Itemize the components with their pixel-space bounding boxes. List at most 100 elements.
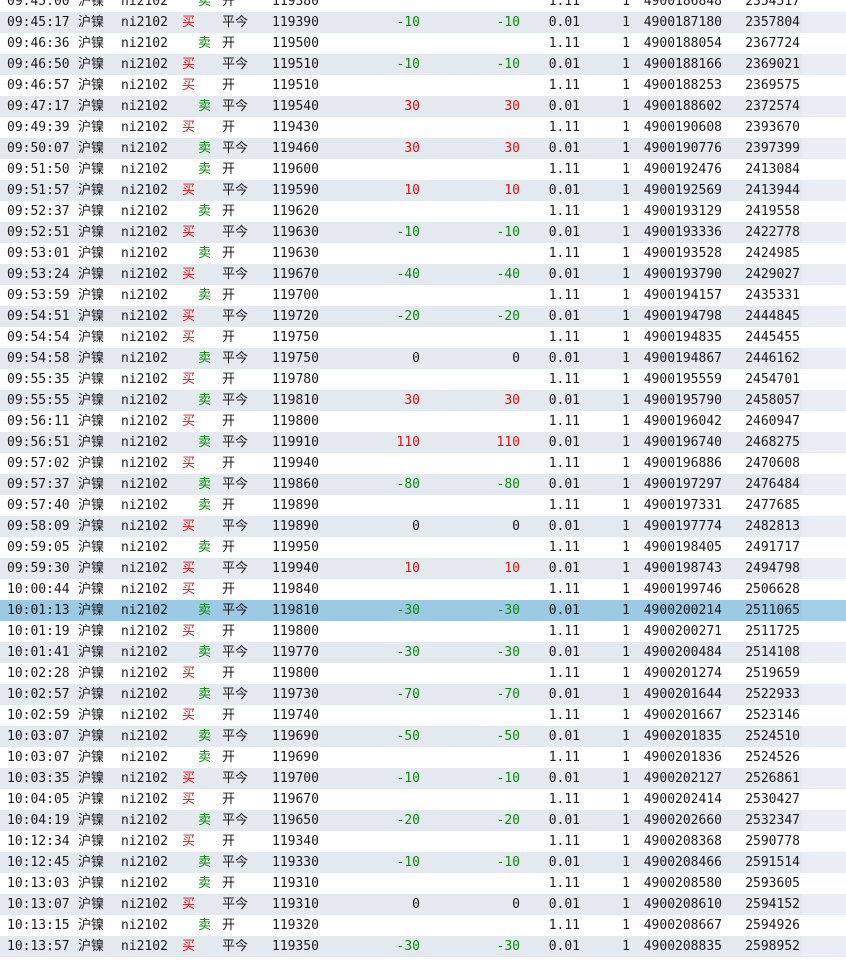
close-pnl-cell	[320, 117, 420, 138]
table-row[interactable]: 09:51:57 沪镍 ni2102 买平今 119590 10 10 0.01 1 490019…	[0, 180, 846, 201]
close-pnl-cell: 10	[404, 561, 420, 576]
open-close-cell: 平今	[222, 603, 249, 618]
position-pnl-cell	[424, 33, 520, 54]
volume-cell: 1	[622, 834, 630, 849]
table-row[interactable]: 09:47:17 沪镍 ni2102 卖平今 119540 30 30 0.01 1 490018…	[0, 96, 846, 117]
table-row[interactable]: 09:59:05 沪镍 ni2102 卖开 119950 1.11 1 4900198405 2…	[0, 537, 846, 558]
trade-id-cell: 2506628	[745, 582, 800, 597]
direction-cell: 买	[182, 456, 196, 471]
open-close-cell: 平今	[222, 309, 249, 324]
table-row[interactable]: 10:13:57 沪镍 ni2102 买平今 119350 -30 -30 0.01 1 4900…	[0, 936, 846, 957]
table-row[interactable]: 10:01:41 沪镍 ni2102 卖平今 119770 -30 -30 0.01 1 4900…	[0, 642, 846, 663]
fee-cell: 1.11	[548, 582, 580, 597]
volume-cell: 1	[622, 750, 630, 765]
order-id-cell: 4900201644	[643, 687, 722, 702]
open-close-cell: 开	[222, 288, 236, 303]
table-row[interactable]: 10:00:44 沪镍 ni2102 买开 119840 1.11 1 4900199746 2…	[0, 579, 846, 600]
product-name-cell: 沪镍	[78, 57, 105, 72]
volume-cell: 1	[622, 288, 630, 303]
volume-cell: 1	[622, 519, 630, 534]
fee-cell: 1.11	[548, 162, 580, 177]
table-row[interactable]: 10:01:19 沪镍 ni2102 买开 119800 1.11 1 4900200271 2…	[0, 621, 846, 642]
table-row[interactable]: 09:49:39 沪镍 ni2102 买开 119430 1.11 1 4900190608 2…	[0, 117, 846, 138]
product-name-cell: 沪镍	[78, 498, 105, 513]
fee-cell: 0.01	[548, 561, 580, 576]
direction-cell: 买	[182, 939, 196, 954]
position-pnl-cell: -10	[496, 225, 520, 240]
table-row[interactable]: 10:12:34 沪镍 ni2102 买开 119340 1.11 1 4900208368 2…	[0, 831, 846, 852]
table-row[interactable]: 09:52:37 沪镍 ni2102 卖开 119620 1.11 1 4900193129 2…	[0, 201, 846, 222]
table-row[interactable]: 09:45:00 沪镍 ni2102 卖开 119380 1.11 1 4900186848 2…	[0, 0, 846, 12]
trade-time-cell: 09:59:30	[7, 561, 70, 576]
table-row[interactable]: 09:53:59 沪镍 ni2102 卖开 119700 1.11 1 4900194157 2…	[0, 285, 846, 306]
volume-cell: 1	[622, 897, 630, 912]
table-row[interactable]: 10:02:59 沪镍 ni2102 买开 119740 1.11 1 4900201667 2…	[0, 705, 846, 726]
table-row[interactable]: 09:50:07 沪镍 ni2102 卖平今 119460 30 30 0.01 1 490019…	[0, 138, 846, 159]
direction-cell: 买	[182, 792, 196, 807]
table-row[interactable]: 09:54:54 沪镍 ni2102 买开 119750 1.11 1 4900194835 2…	[0, 327, 846, 348]
table-row[interactable]: 09:46:50 沪镍 ni2102 买平今 119510 -10 -10 0.01 1 4900…	[0, 54, 846, 75]
table-row[interactable]: 09:46:57 沪镍 ni2102 买开 119510 1.11 1 4900188253 2…	[0, 75, 846, 96]
close-pnl-cell	[320, 747, 420, 768]
table-row[interactable]: 10:02:28 沪镍 ni2102 买开 119800 1.11 1 4900201274 2…	[0, 663, 846, 684]
table-row[interactable]: 09:45:17 沪镍 ni2102 买平今 119390 -10 -10 0.01 1 4900…	[0, 12, 846, 33]
table-row[interactable]: 09:56:51 沪镍 ni2102 卖平今 119910 110 110 0.01 1 4900…	[0, 432, 846, 453]
volume-cell: 1	[622, 183, 630, 198]
table-row[interactable]: 09:54:58 沪镍 ni2102 卖平今 119750 0 0 0.01 1 49001948…	[0, 348, 846, 369]
trade-time-cell: 09:53:59	[7, 288, 70, 303]
close-pnl-cell: -50	[396, 729, 420, 744]
order-id-cell: 4900194798	[643, 309, 722, 324]
table-row[interactable]: 10:03:35 沪镍 ni2102 买平今 119700 -10 -10 0.01 1 4900…	[0, 768, 846, 789]
table-row[interactable]: 10:04:05 沪镍 ni2102 买开 119670 1.11 1 4900202414 2…	[0, 789, 846, 810]
table-row[interactable]: 10:13:03 沪镍 ni2102 卖开 119310 1.11 1 4900208580 2…	[0, 873, 846, 894]
table-row[interactable]: 10:03:07 沪镍 ni2102 卖平今 119690 -50 -50 0.01 1 4900…	[0, 726, 846, 747]
table-row-selected[interactable]: 10:01:13 沪镍 ni2102 卖平今 119810 -30 -30 0.01 1 4900…	[0, 600, 846, 621]
table-row[interactable]: 09:55:55 沪镍 ni2102 卖平今 119810 30 30 0.01 1 490019…	[0, 390, 846, 411]
volume-cell: 1	[622, 162, 630, 177]
table-row[interactable]: 09:58:09 沪镍 ni2102 买平今 119890 0 0 0.01 1 49001977…	[0, 516, 846, 537]
order-id-cell: 4900198743	[643, 561, 722, 576]
table-row[interactable]: 09:53:24 沪镍 ni2102 买平今 119670 -40 -40 0.01 1 4900…	[0, 264, 846, 285]
position-pnl-cell	[424, 579, 520, 600]
table-row[interactable]: 09:57:02 沪镍 ni2102 买开 119940 1.11 1 4900196886 2…	[0, 453, 846, 474]
product-name-cell: 沪镍	[78, 120, 105, 135]
table-row[interactable]: 09:59:30 沪镍 ni2102 买平今 119940 10 10 0.01 1 490019…	[0, 558, 846, 579]
table-row[interactable]: 10:13:07 沪镍 ni2102 买平今 119310 0 0 0.01 1 49002086…	[0, 894, 846, 915]
table-row[interactable]: 10:02:57 沪镍 ni2102 卖平今 119730 -70 -70 0.01 1 4900…	[0, 684, 846, 705]
table-row[interactable]: 10:03:07 沪镍 ni2102 卖开 119690 1.11 1 4900201836 2…	[0, 747, 846, 768]
table-row[interactable]: 09:53:01 沪镍 ni2102 卖开 119630 1.11 1 4900193528 2…	[0, 243, 846, 264]
table-row[interactable]: 09:51:50 沪镍 ni2102 卖开 119600 1.11 1 4900192476 2…	[0, 159, 846, 180]
position-pnl-cell	[424, 495, 520, 516]
open-close-cell: 开	[222, 750, 236, 765]
fee-cell: 1.11	[548, 750, 580, 765]
trade-records-list: 09:45:00 沪镍 ni2102 卖开 119380 1.11 1 4900186848 2…	[0, 0, 846, 957]
table-row[interactable]: 09:57:37 沪镍 ni2102 卖平今 119860 -80 -80 0.01 1 4900…	[0, 474, 846, 495]
trade-time-cell: 10:13:03	[7, 876, 70, 891]
table-row[interactable]: 09:56:11 沪镍 ni2102 买开 119800 1.11 1 4900196042 2…	[0, 411, 846, 432]
direction-cell: 买	[182, 330, 196, 345]
order-id-cell: 4900196740	[643, 435, 722, 450]
open-close-cell: 平今	[222, 939, 249, 954]
product-name-cell: 沪镍	[78, 267, 105, 282]
product-name-cell: 沪镍	[78, 750, 105, 765]
table-row[interactable]: 10:12:45 沪镍 ni2102 卖平今 119330 -10 -10 0.01 1 4900…	[0, 852, 846, 873]
contract-code-cell: ni2102	[121, 456, 168, 471]
table-row[interactable]: 09:55:35 沪镍 ni2102 买开 119780 1.11 1 4900195559 2…	[0, 369, 846, 390]
order-id-cell: 4900194867	[643, 351, 722, 366]
volume-cell: 1	[622, 582, 630, 597]
open-close-cell: 平今	[222, 15, 249, 30]
order-id-cell: 4900193129	[643, 204, 722, 219]
fee-cell: 1.11	[548, 792, 580, 807]
product-name-cell: 沪镍	[78, 456, 105, 471]
table-row[interactable]: 10:13:15 沪镍 ni2102 卖开 119320 1.11 1 4900208667 2…	[0, 915, 846, 936]
table-row[interactable]: 09:57:40 沪镍 ni2102 卖开 119890 1.11 1 4900197331 2…	[0, 495, 846, 516]
table-row[interactable]: 09:54:51 沪镍 ni2102 买平今 119720 -20 -20 0.01 1 4900…	[0, 306, 846, 327]
close-pnl-cell	[320, 579, 420, 600]
contract-code-cell: ni2102	[121, 708, 168, 723]
table-row[interactable]: 10:04:19 沪镍 ni2102 卖平今 119650 -20 -20 0.01 1 4900…	[0, 810, 846, 831]
contract-code-cell: ni2102	[121, 645, 168, 660]
table-row[interactable]: 09:52:51 沪镍 ni2102 买平今 119630 -10 -10 0.01 1 4900…	[0, 222, 846, 243]
open-close-cell: 平今	[222, 57, 249, 72]
trade-time-cell: 10:01:13	[7, 603, 70, 618]
table-row[interactable]: 09:46:36 沪镍 ni2102 卖开 119500 1.11 1 4900188054 2…	[0, 33, 846, 54]
